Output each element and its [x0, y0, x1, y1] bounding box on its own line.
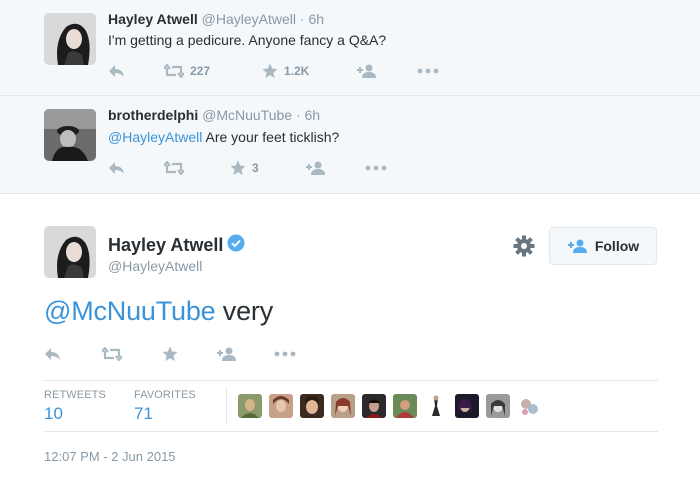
favoriter-avatars [238, 394, 548, 418]
tweet-actions: 227 1.2K [108, 61, 448, 81]
tweet-text: @McNuuTube very [44, 296, 273, 327]
reply-icon [45, 348, 60, 360]
stats-divider [226, 388, 227, 424]
follow-icon [567, 239, 587, 253]
follow-user-button[interactable] [305, 158, 327, 178]
favorite-button[interactable]: 3 [230, 158, 259, 178]
favoriter-avatar[interactable] [238, 394, 262, 418]
more-button[interactable] [417, 61, 439, 81]
favoriter-avatar[interactable] [331, 394, 355, 418]
tweet-time[interactable]: · 6h [300, 11, 324, 27]
more-icon [417, 68, 439, 74]
retweet-button[interactable]: 227 [164, 61, 210, 81]
favorite-button[interactable]: 1.2K [262, 61, 309, 81]
tweet-2[interactable]: brotherdelphi @McNuuTube · 6h @HayleyAtw… [0, 96, 700, 194]
retweet-icon [164, 161, 184, 175]
favorites-label: FAVORITES [134, 389, 196, 401]
tweet-text: I'm getting a pedicure. Anyone fancy a Q… [108, 32, 387, 48]
verified-icon [227, 234, 245, 257]
follow-user-button[interactable] [216, 344, 238, 364]
favorite-button[interactable] [162, 344, 178, 364]
favorite-icon [162, 346, 178, 361]
favoriter-avatar[interactable] [393, 394, 417, 418]
favoriter-avatar[interactable] [517, 394, 541, 418]
favoriter-avatar[interactable] [486, 394, 510, 418]
reply-icon [109, 65, 124, 77]
retweets-value[interactable]: 10 [44, 404, 63, 424]
tweet-body: very [215, 296, 273, 326]
retweet-icon [164, 64, 184, 78]
favoriter-avatar[interactable] [362, 394, 386, 418]
follow-icon [217, 347, 236, 361]
main-tweet: Hayley Atwell @HayleyAtwell Follow @McNu… [0, 194, 700, 482]
follow-icon [357, 64, 376, 78]
follow-button[interactable]: Follow [549, 227, 657, 265]
more-button[interactable] [365, 158, 387, 178]
tweet-actions [44, 344, 344, 364]
tweet-header: brotherdelphi @McNuuTube · 6h [108, 107, 320, 123]
retweet-button[interactable] [102, 344, 122, 364]
reply-button[interactable] [108, 158, 126, 178]
author-name[interactable]: Hayley Atwell [108, 234, 245, 257]
favorite-icon [230, 160, 246, 175]
reply-button[interactable] [108, 61, 126, 81]
tweet-actions: 3 [108, 158, 448, 178]
tweet-text: @HayleyAtwell Are your feet ticklish? [108, 129, 339, 145]
more-button[interactable] [274, 344, 296, 364]
avatar[interactable] [44, 13, 96, 65]
more-icon [365, 165, 387, 171]
author-name-text: Hayley Atwell [108, 235, 224, 255]
favorite-count: 3 [252, 161, 259, 175]
avatar[interactable] [44, 226, 96, 278]
mention-link[interactable]: @McNuuTube [44, 296, 216, 326]
tweet-time[interactable]: · 6h [296, 107, 320, 123]
follow-icon [306, 161, 325, 175]
retweet-button[interactable] [164, 158, 184, 178]
favoriter-avatar[interactable] [269, 394, 293, 418]
favoriter-avatar[interactable] [424, 394, 448, 418]
author-handle[interactable]: @McNuuTube [202, 107, 292, 123]
follow-user-button[interactable] [356, 61, 378, 81]
favoriter-avatar[interactable] [455, 394, 479, 418]
author-handle[interactable]: @HayleyAtwell [108, 258, 202, 274]
mention-link[interactable]: @HayleyAtwell [108, 129, 202, 145]
stats-divider-bottom [44, 431, 658, 432]
author-name[interactable]: brotherdelphi [108, 107, 198, 123]
tweet-header: Hayley Atwell @HayleyAtwell · 6h [108, 11, 324, 27]
tweet-timestamp[interactable]: 12:07 PM - 2 Jun 2015 [44, 449, 176, 464]
stats-divider-top [44, 380, 658, 381]
favorites-value[interactable]: 71 [134, 404, 153, 424]
favorite-icon [262, 63, 278, 78]
follow-label: Follow [594, 238, 640, 254]
retweet-icon [102, 347, 122, 361]
reply-icon [109, 162, 124, 174]
avatar[interactable] [44, 109, 96, 161]
retweet-count: 227 [190, 64, 211, 78]
author-handle[interactable]: @HayleyAtwell [202, 11, 296, 27]
reply-button[interactable] [44, 344, 62, 364]
favoriter-avatar[interactable] [300, 394, 324, 418]
tweet-body: Are your feet ticklish? [202, 129, 340, 145]
retweets-label: RETWEETS [44, 389, 106, 401]
favorite-count: 1.2K [284, 64, 310, 78]
tweet-1[interactable]: Hayley Atwell @HayleyAtwell · 6h I'm get… [0, 0, 700, 96]
gear-icon[interactable] [512, 234, 536, 258]
author-name[interactable]: Hayley Atwell [108, 11, 198, 27]
more-icon [274, 351, 296, 357]
